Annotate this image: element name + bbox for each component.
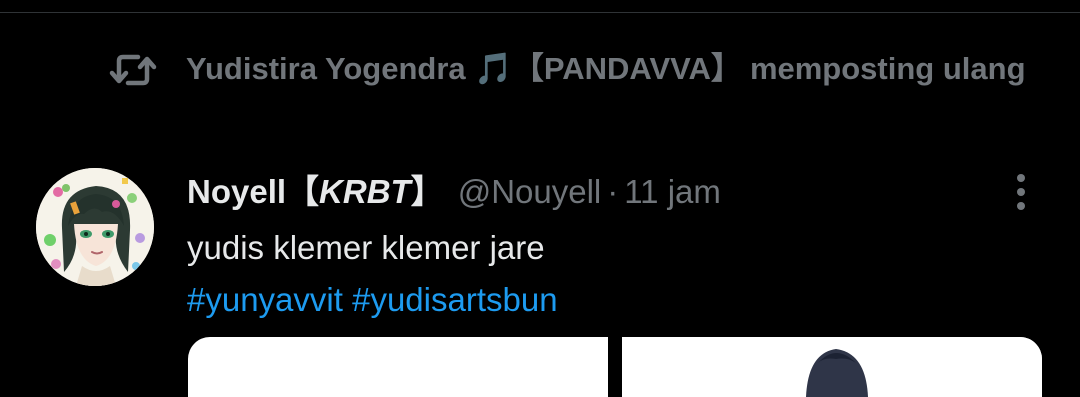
post-time[interactable]: 11 jam [624, 173, 721, 210]
tweet-text: yudis klemer klemer jare [187, 229, 545, 266]
avatar-illustration [36, 168, 154, 286]
hashtag-link[interactable]: #yudisartsbun [352, 281, 557, 318]
repost-icon [109, 54, 157, 86]
hashtag-line: #yunyavvit #yudisartsbun [187, 274, 558, 326]
top-divider [0, 12, 1080, 13]
repost-label[interactable]: Yudistira Yogendra 🎵【PANDAVVA】 memposting… [186, 46, 1026, 92]
tweet-body: yudis klemer klemer jare #yunyavvit #yud… [187, 222, 558, 326]
display-name-text: Noyell【 [187, 173, 320, 210]
display-name-tag: KRBT [319, 173, 411, 210]
more-vertical-icon[interactable] [1006, 172, 1036, 212]
display-name[interactable]: Noyell【KRBT】 [187, 173, 444, 210]
hashtag-link[interactable]: #yunyavvit [187, 281, 343, 318]
media-image-right[interactable] [622, 337, 1042, 397]
separator-dot: · [607, 173, 619, 210]
user-handle[interactable]: @Nouyell [458, 173, 602, 210]
display-name-end: 】 [410, 173, 444, 210]
media-image-right-illustration [622, 337, 1042, 397]
media-image-left[interactable] [188, 337, 608, 397]
tweet-header: Noyell【KRBT】 @Nouyell · 11 jam [187, 168, 721, 216]
repost-user[interactable]: Yudistira Yogendra 🎵【PANDAVVA】 [186, 51, 742, 86]
avatar[interactable] [36, 168, 154, 286]
repost-action: memposting ulang [749, 51, 1026, 86]
